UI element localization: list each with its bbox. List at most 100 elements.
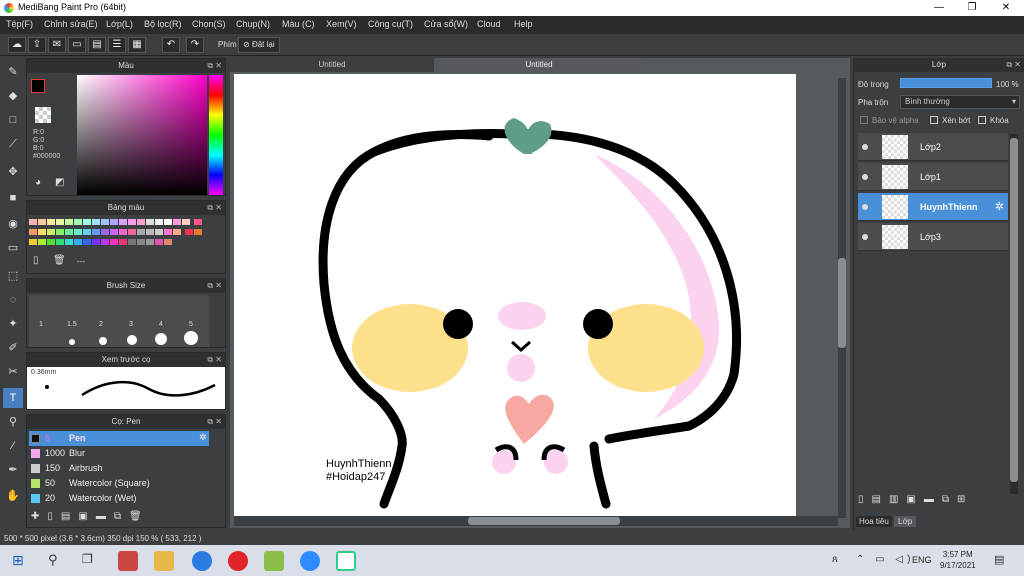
search-icon[interactable]: ⚲	[48, 552, 58, 568]
document-tab-2[interactable]: Untitled	[436, 58, 642, 72]
new-layer-8bit-icon[interactable]: ▤	[872, 494, 889, 505]
app-icon-1[interactable]	[118, 551, 138, 571]
eye-icon[interactable]	[862, 144, 868, 150]
menu-cloud[interactable]: Cloud	[477, 19, 501, 29]
redo-icon[interactable]: ↷	[186, 37, 204, 53]
protect-alpha-checkbox[interactable]	[860, 116, 868, 124]
duplicate-icon[interactable]: ⧉	[942, 494, 957, 505]
tab-navigator[interactable]: Hoa tiêu	[856, 516, 892, 527]
menu-color[interactable]: Màu (C)	[282, 19, 315, 29]
new-layer-1bit-icon[interactable]: ▥	[889, 494, 906, 505]
eraser-tool-icon[interactable]: ◆	[3, 86, 23, 106]
brush-item-airbrush[interactable]: 150 Airbrush	[29, 461, 209, 476]
lock-checkbox[interactable]	[978, 116, 986, 124]
brush-item-watercolor-wet[interactable]: 20 Watercolor (Wet)	[29, 491, 209, 506]
page-icon[interactable]: ▤	[88, 37, 106, 53]
brush-size-grid[interactable]: 1 1.5 2 3 4 5	[29, 295, 209, 347]
brush-item-watercolor-square[interactable]: 50 Watercolor (Square)	[29, 476, 209, 491]
list-icon[interactable]: ☰	[108, 37, 126, 53]
menu-window[interactable]: Cửa sổ(W)	[424, 19, 468, 29]
eye-icon[interactable]	[862, 234, 868, 240]
menu-layer[interactable]: Lớp(L)	[106, 19, 133, 29]
lasso-tool-icon[interactable]: ◌	[3, 290, 23, 310]
merge-icon[interactable]: ⊞	[957, 494, 973, 505]
zalo-icon[interactable]	[192, 551, 212, 571]
undo-icon[interactable]: ↶	[162, 37, 180, 53]
medibang-icon[interactable]	[336, 551, 356, 571]
windows-start-icon[interactable]: ⊞	[12, 552, 24, 569]
layer-item[interactable]: Lớp2	[858, 133, 1008, 161]
vertical-scrollbar[interactable]	[838, 78, 846, 518]
foreground-color-swatch[interactable]	[31, 79, 45, 93]
panel-close-icon[interactable]: ⧉ ✕	[207, 353, 222, 367]
hue-slider[interactable]	[209, 75, 223, 195]
people-icon[interactable]: ጸ	[832, 554, 838, 565]
drawing-canvas[interactable]: HuynhThienn #Hoidap247	[234, 74, 796, 516]
panel-close-icon[interactable]: ⧉ ✕	[207, 201, 222, 215]
select-pen-icon[interactable]: ✐	[3, 338, 23, 358]
blend-mode-select[interactable]: Bình thường ▾	[900, 95, 1020, 109]
eye-icon[interactable]	[862, 174, 868, 180]
palette-swatches[interactable]	[29, 218, 209, 248]
size-4[interactable]: 4	[159, 321, 163, 328]
chat-icon[interactable]: ▭	[68, 37, 86, 53]
menu-select[interactable]: Chọn(S)	[192, 19, 226, 29]
cloud-icon[interactable]: ☁	[8, 37, 26, 53]
menu-tools[interactable]: Công cụ(T)	[368, 19, 413, 29]
rectangle-tool-icon[interactable]: □	[3, 110, 23, 130]
select-tool-icon[interactable]: ⬚	[3, 266, 23, 286]
layer-item-selected[interactable]: HuynhThienn ✲	[858, 193, 1008, 221]
size-2[interactable]: 2	[99, 321, 103, 328]
brush-item-blur[interactable]: 1000 Blur	[29, 446, 209, 461]
color-pick-icon[interactable]: ✒	[3, 460, 23, 480]
app-icon-2[interactable]	[264, 551, 284, 571]
folder-icon[interactable]: ▬	[924, 494, 942, 505]
saturation-value-picker[interactable]	[77, 75, 207, 195]
layer-scrollbar[interactable]	[1010, 134, 1018, 494]
menu-filter[interactable]: Bộ lọc(R)	[144, 19, 182, 29]
reset-button[interactable]: ⊘ Đặt lại	[238, 37, 280, 53]
line-tool-icon[interactable]: ⟋	[3, 134, 23, 154]
transparent-color-swatch[interactable]	[35, 107, 51, 123]
menu-edit[interactable]: Chỉnh sửa(E)	[44, 19, 98, 29]
share-icon[interactable]: ⇪	[28, 37, 46, 53]
size-3[interactable]: 3	[129, 321, 133, 328]
magic-wand-icon[interactable]: ✦	[3, 314, 23, 334]
brush-panel-actions[interactable]: ✚▯▤▣▬⧉🗑	[31, 511, 150, 522]
menu-snap[interactable]: Chụp(N)	[236, 19, 270, 29]
new-brush-icon[interactable]: ▯	[47, 511, 61, 522]
new-layer-icon[interactable]: ▯	[858, 494, 872, 505]
color-picker-icon[interactable]: ◩	[55, 177, 64, 188]
new-palette-icon[interactable]: ▯	[33, 255, 39, 266]
grid-icon[interactable]: ▦	[128, 37, 146, 53]
brush-settings-icon[interactable]: ▣	[78, 511, 95, 522]
select-eraser-icon[interactable]: ✂	[3, 362, 23, 382]
menu-view[interactable]: Xem(V)	[326, 19, 357, 29]
brush-item-pen[interactable]: 5 Pen ✲	[29, 431, 209, 446]
size-5[interactable]: 5	[189, 321, 193, 328]
brush-menu-icon[interactable]: ▤	[61, 511, 78, 522]
layer-item[interactable]: Lớp3	[858, 223, 1008, 251]
clock[interactable]: 3:57 PM 9/17/2021	[940, 549, 976, 571]
panel-close-icon[interactable]: ⧉ ✕	[207, 415, 222, 429]
divide-tool-icon[interactable]: ⚲	[3, 412, 23, 432]
menu-file[interactable]: Tệp(F)	[6, 19, 33, 29]
notifications-icon[interactable]: ▤	[994, 553, 1004, 566]
size-1.5[interactable]: 1.5	[67, 321, 77, 328]
gear-icon[interactable]: ✲	[199, 432, 207, 443]
eye-icon[interactable]	[862, 204, 868, 210]
panel-close-icon[interactable]: ⧉ ✕	[207, 279, 222, 293]
tab-layer[interactable]: Lớp	[894, 516, 917, 527]
panel-close-icon[interactable]: ⧉ ✕	[207, 59, 222, 73]
brush-tool-icon[interactable]: ✎	[3, 62, 23, 82]
close-button[interactable]: ✕	[989, 0, 1023, 16]
task-view-icon[interactable]: ❐	[82, 552, 93, 566]
size-1[interactable]: 1	[39, 321, 43, 328]
clipping-checkbox[interactable]	[930, 116, 938, 124]
scrollbar-thumb[interactable]	[1010, 138, 1018, 482]
layer-item[interactable]: Lớp1	[858, 163, 1008, 191]
file-explorer-icon[interactable]	[154, 551, 174, 571]
system-tray-icons[interactable]: ⌃ ▭ ◁)	[856, 554, 914, 565]
opera-icon[interactable]	[228, 551, 248, 571]
gear-icon[interactable]: ✲	[995, 200, 1004, 213]
